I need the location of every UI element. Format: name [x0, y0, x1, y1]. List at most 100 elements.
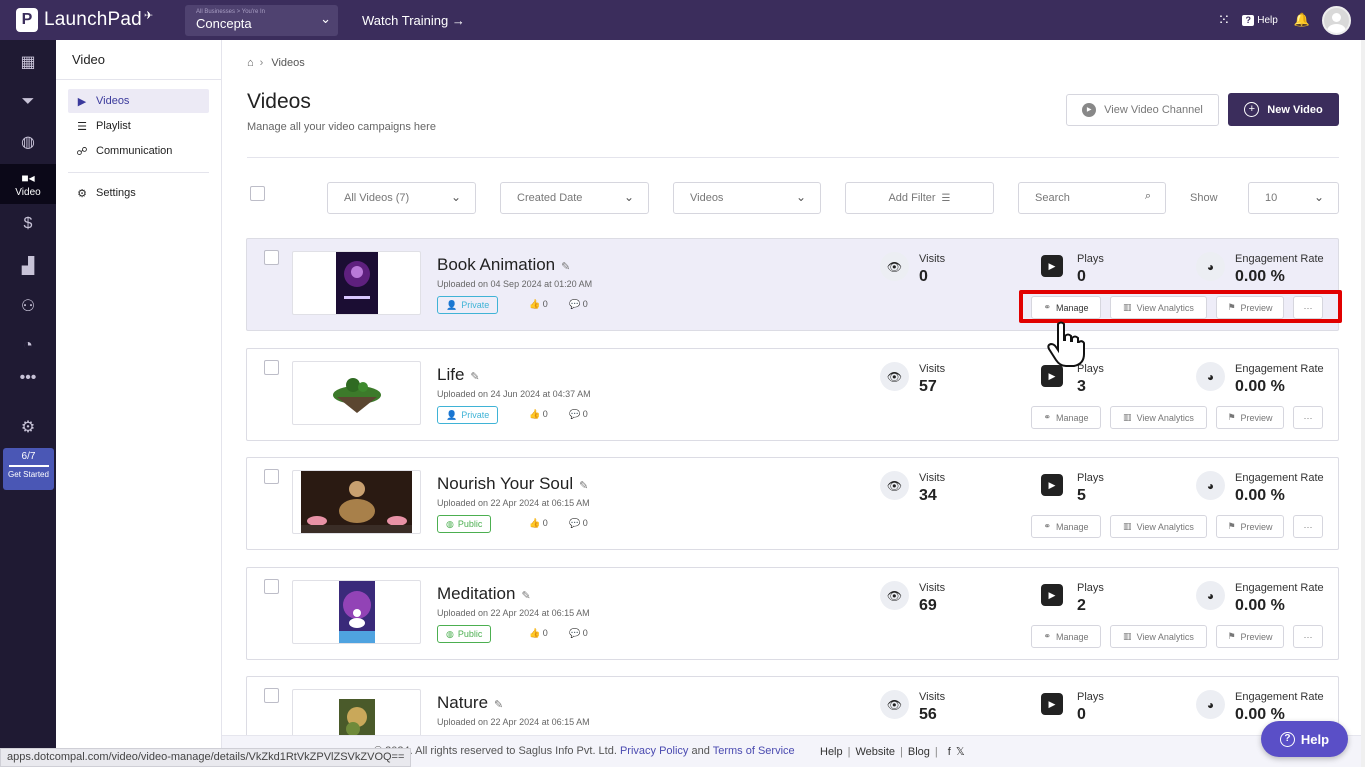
subnav-item-playlist[interactable]: ☰ Playlist	[68, 114, 209, 138]
video-thumbnail[interactable]	[292, 251, 421, 315]
new-video-button[interactable]: + New Video	[1228, 93, 1339, 126]
play-icon: ▶	[1041, 255, 1063, 277]
apps-grid-icon[interactable]: ⁙	[1218, 11, 1231, 29]
breadcrumb-current[interactable]: Videos	[271, 57, 304, 69]
view-analytics-button[interactable]: ▥ View Analytics	[1110, 515, 1207, 538]
view-analytics-button[interactable]: ▥ View Analytics	[1110, 625, 1207, 648]
more-options-button[interactable]: ···	[1293, 515, 1323, 538]
visits-value: 0	[919, 268, 928, 285]
video-card[interactable]: Life ✎ Uploaded on 24 Jun 2024 at 04:37 A…	[246, 348, 1339, 441]
privacy-policy-link[interactable]: Privacy Policy	[620, 745, 688, 757]
brand-name: LaunchPad	[44, 9, 142, 30]
preview-label: Preview	[1240, 631, 1273, 642]
manage-button[interactable]: ⚭ Manage	[1031, 515, 1101, 538]
help-link[interactable]: ? Help	[1242, 14, 1278, 26]
row-checkbox[interactable]	[264, 688, 279, 703]
help-icon: ?	[1242, 14, 1255, 26]
search-input[interactable]: Search ⌕	[1018, 182, 1166, 214]
play-circle-icon: ▶	[1082, 103, 1097, 117]
video-upload-date: Uploaded on 22 Apr 2024 at 06:15 AM	[437, 608, 590, 618]
all-videos-filter[interactable]: All Videos (7) ⌄	[327, 182, 476, 214]
watch-training-link[interactable]: Watch Training →	[362, 13, 465, 28]
page-scrollbar[interactable]	[1361, 40, 1365, 767]
video-thumbnail[interactable]	[292, 361, 421, 425]
funnel-icon[interactable]: ⏷	[0, 82, 56, 122]
comments-count: 💬 0	[569, 409, 588, 419]
users-icon[interactable]: ⚇	[0, 286, 56, 326]
row-checkbox[interactable]	[264, 469, 279, 484]
home-icon[interactable]: ⌂	[247, 57, 254, 69]
manage-button[interactable]: ⚭ Manage	[1031, 625, 1101, 648]
preview-button[interactable]: ⚑ Preview	[1216, 515, 1284, 538]
preview-button[interactable]: ⚑ Preview	[1216, 406, 1284, 429]
search-icon[interactable]: ⌕	[1145, 190, 1151, 203]
video-thumbnail[interactable]	[292, 580, 421, 644]
row-checkbox[interactable]	[264, 250, 279, 265]
created-date-filter[interactable]: Created Date ⌄	[500, 182, 649, 214]
row-checkbox[interactable]	[264, 360, 279, 375]
get-started-button[interactable]: 6/7 Get Started	[3, 448, 54, 490]
help-floating-button[interactable]: ? Help	[1261, 721, 1348, 757]
more-icon[interactable]: •••	[0, 358, 56, 398]
dollar-icon[interactable]: $	[0, 204, 56, 244]
video-card[interactable]: Nourish Your Soul ✎ Uploaded on 22 Apr 20…	[246, 457, 1339, 550]
video-camera-icon: ■◂	[21, 170, 35, 185]
view-analytics-button[interactable]: ▥ View Analytics	[1110, 406, 1207, 429]
status-url: apps.dotcompal.com/video/video-manage/de…	[0, 748, 412, 767]
edit-pencil-icon[interactable]: ✎	[561, 261, 570, 273]
nav-video-label: Video	[15, 186, 41, 198]
view-video-channel-button[interactable]: ▶ View Video Channel	[1066, 94, 1219, 126]
manage-button[interactable]: ⚭ Manage	[1031, 406, 1101, 429]
edit-pencil-icon[interactable]: ✎	[579, 480, 588, 492]
video-upload-date: Uploaded on 24 Jun 2024 at 04:37 AM	[437, 389, 591, 399]
likes-value: 0	[542, 409, 548, 419]
globe-icon[interactable]: ◍	[0, 122, 56, 162]
page-size-select[interactable]: 10 ⌄	[1248, 182, 1339, 214]
visits-value: 56	[919, 706, 937, 723]
subnav-title: Video	[56, 40, 221, 80]
nav-item-video[interactable]: ■◂ Video	[0, 164, 56, 204]
more-options-button[interactable]: ···	[1293, 625, 1323, 648]
x-icon[interactable]: 𝕏	[956, 746, 965, 758]
add-filter-label: Add Filter	[888, 192, 936, 204]
business-selector[interactable]: All Businesses > You're In Concepta ⌄	[185, 4, 338, 36]
help-fab-label: Help	[1300, 731, 1330, 747]
logo[interactable]: P LaunchPad ✈	[16, 8, 184, 32]
more-options-button[interactable]: ···	[1293, 406, 1323, 429]
help-label: Help	[1257, 14, 1278, 26]
subnav-item-communication[interactable]: ☍ Communication	[68, 139, 209, 163]
video-title[interactable]: Meditation ✎	[437, 584, 531, 604]
avatar[interactable]	[1322, 5, 1351, 35]
rocket-icon: ✈	[143, 9, 154, 22]
video-title[interactable]: Book Animation ✎	[437, 255, 570, 275]
footer-blog-link[interactable]: Blog	[908, 746, 930, 758]
row-checkbox[interactable]	[264, 579, 279, 594]
video-card[interactable]: Meditation ✎ Uploaded on 22 Apr 2024 at 0…	[246, 567, 1339, 660]
bell-icon[interactable]: 🔔	[1294, 12, 1310, 28]
video-type-filter-value: Videos	[690, 192, 724, 204]
footer-website-link[interactable]: Website	[855, 746, 895, 758]
video-title[interactable]: Nourish Your Soul ✎	[437, 474, 588, 494]
video-title[interactable]: Nature ✎	[437, 693, 503, 713]
subnav-item-videos[interactable]: ▶ Videos	[68, 89, 209, 113]
edit-pencil-icon[interactable]: ✎	[494, 699, 503, 711]
header-divider	[247, 157, 1339, 158]
terms-of-service-link[interactable]: Terms of Service	[713, 745, 795, 757]
video-type-filter[interactable]: Videos ⌄	[673, 182, 821, 214]
preview-button[interactable]: ⚑ Preview	[1216, 625, 1284, 648]
video-title[interactable]: Life ✎	[437, 365, 480, 385]
analytics-icon[interactable]: ▟	[0, 246, 56, 286]
subnav-item-label: Playlist	[96, 120, 131, 132]
select-all-checkbox[interactable]	[250, 186, 265, 201]
edit-pencil-icon[interactable]: ✎	[470, 371, 479, 383]
footer-help-link[interactable]: Help	[820, 746, 843, 758]
settings-gear-icon[interactable]: ⚙	[0, 407, 56, 447]
video-thumbnail[interactable]	[292, 470, 421, 534]
add-filter-button[interactable]: Add Filter ☰	[845, 182, 994, 214]
subnav-item-settings[interactable]: ⚙ Settings	[68, 181, 209, 205]
edit-pencil-icon[interactable]: ✎	[521, 590, 530, 602]
engagement-label: Engagement Rate	[1235, 363, 1324, 375]
facebook-icon[interactable]: f	[948, 746, 951, 758]
dashboard-icon[interactable]: ▦	[0, 42, 56, 82]
globe-icon: ◍	[446, 518, 454, 529]
